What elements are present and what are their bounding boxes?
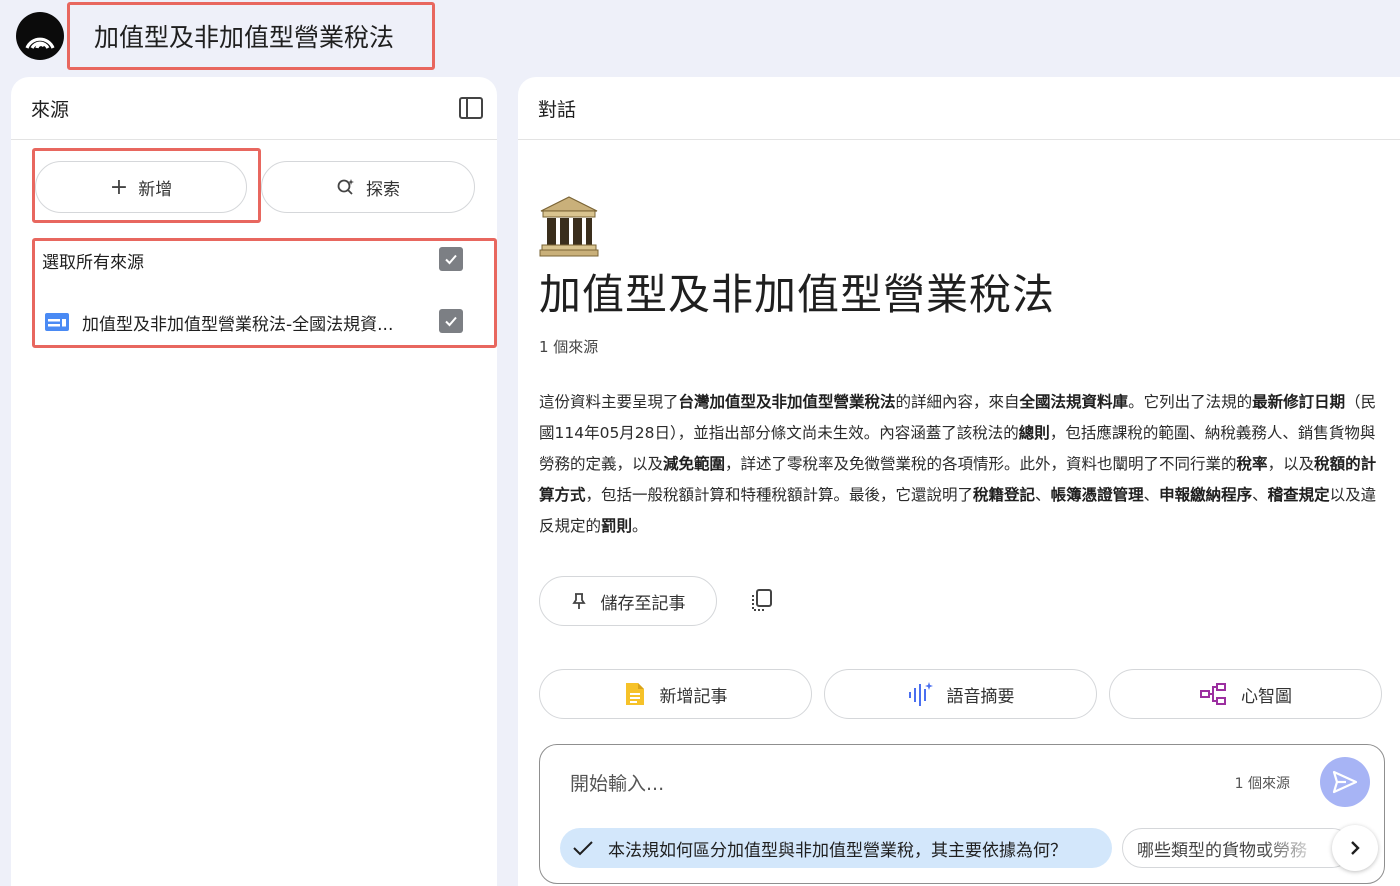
summary-bold-text: 台灣加值型及非加值型營業稅法 — [678, 393, 896, 411]
summary-bold-text: 申報繳納程序 — [1159, 486, 1253, 504]
suggested-question-label: 本法規如何區分加值型與非加值型營業稅，其主要依據為何？ — [608, 840, 1067, 861]
audio-overview-label: 語音摘要 — [946, 686, 1015, 707]
classical-building-icon — [539, 196, 599, 257]
summary-text: 的詳細內容，來自 — [895, 393, 1020, 411]
app-logo[interactable] — [16, 12, 64, 60]
sources-panel: 來源 + 新增 探索 選取所有來源 加值型及非加值型營業稅法-全國法規資... — [11, 77, 497, 886]
source-summary: 這份資料主要呈現了台灣加值型及非加值型營業稅法的詳細內容，來自全國法規資料庫。它… — [539, 387, 1379, 542]
explore-sources-button[interactable]: 探索 — [261, 161, 475, 213]
summary-bold-text: 稅率 — [1236, 455, 1268, 473]
audio-overview-button[interactable]: 語音摘要 — [824, 669, 1097, 719]
summary-bold-text: 帳簿憑證管理 — [1050, 486, 1144, 504]
copy-icon[interactable] — [750, 588, 774, 614]
checkmark-icon — [445, 254, 457, 265]
summary-text: 。它列出了法規的 — [1128, 393, 1253, 411]
save-to-note-label: 儲存至記事 — [600, 593, 686, 614]
chat-title: 對話 — [538, 98, 577, 121]
summary-text: ，詳述了零稅率及免徵營業稅的各項情形。此外，資料也闡明了不同行業的 — [725, 455, 1237, 473]
logo-icon — [25, 37, 55, 49]
checkmark-icon — [573, 841, 593, 856]
send-icon — [1332, 770, 1358, 794]
collapse-panel-icon[interactable] — [458, 95, 484, 121]
summary-text: ，以及 — [1267, 455, 1315, 473]
save-to-note-button[interactable]: 儲存至記事 — [539, 576, 717, 626]
chevron-right-icon — [1351, 841, 1360, 855]
input-source-count: 1 個來源 — [1234, 776, 1290, 792]
chat-input[interactable]: 開始輸入... — [570, 769, 664, 796]
sources-title: 來源 — [31, 98, 70, 121]
summary-text: 。 — [632, 517, 648, 535]
sources-header: 來源 — [11, 77, 497, 140]
chat-header: 對話 — [518, 77, 1400, 140]
chat-panel: 對話 加值型及非加值型營業稅法 1 個來源 這份資料主要呈現了台灣加值型及非加值… — [518, 77, 1400, 886]
web-document-icon — [45, 313, 69, 331]
summary-text: 這份資料主要呈現了 — [539, 393, 679, 411]
summary-text: 、 — [1252, 486, 1268, 504]
source-item-label: 加值型及非加值型營業稅法-全國法規資... — [82, 315, 394, 335]
note-icon — [625, 683, 644, 705]
pin-icon — [571, 593, 586, 609]
summary-bold-text: 稽查規定 — [1267, 486, 1330, 504]
summary-text: ，包括一般稅額計算和特種稅額計算。最後，它還說明了 — [585, 486, 974, 504]
next-suggestions-button[interactable] — [1332, 825, 1378, 871]
summary-text: 、 — [1035, 486, 1051, 504]
chat-source-count: 1 個來源 — [539, 338, 599, 356]
suggested-question-chip[interactable]: 本法規如何區分加值型與非加值型營業稅，其主要依據為何？ — [560, 828, 1112, 868]
summary-bold-text: 最新修訂日期 — [1252, 393, 1346, 411]
select-all-label: 選取所有來源 — [42, 253, 144, 273]
chat-notebook-title: 加值型及非加值型營業稅法 — [539, 270, 1056, 319]
add-note-label: 新增記事 — [659, 686, 728, 707]
mind-map-button[interactable]: 心智圖 — [1109, 669, 1382, 719]
summary-text: 、 — [1143, 486, 1160, 504]
add-highlight-box — [32, 148, 261, 223]
summary-bold-text: 減免範圍 — [663, 455, 726, 473]
suggested-question-chip[interactable]: 哪些類型的貨物或勞務 — [1122, 828, 1352, 868]
chat-input-box: 開始輸入... 1 個來源 本法規如何區分加值型與非加值型營業稅，其主要依據為何… — [539, 744, 1385, 884]
notebook-title[interactable]: 加值型及非加值型營業稅法 — [67, 2, 435, 70]
summary-bold-text: 總則 — [1018, 424, 1050, 442]
add-note-button[interactable]: 新增記事 — [539, 669, 812, 719]
summary-bold-text: 稅籍登記 — [973, 486, 1036, 504]
summary-bold-text: 罰則 — [601, 517, 633, 535]
mind-map-icon — [1200, 683, 1226, 705]
summary-bold-text: 全國法規資料庫 — [1019, 393, 1129, 411]
checkmark-icon — [445, 316, 457, 327]
send-button[interactable] — [1320, 757, 1370, 807]
notebook-title-text: 加值型及非加值型營業稅法 — [94, 23, 395, 52]
select-all-checkbox[interactable] — [439, 247, 463, 271]
source-item-checkbox[interactable] — [439, 309, 463, 333]
mind-map-label: 心智圖 — [1241, 686, 1292, 707]
audio-wave-icon — [908, 682, 933, 706]
search-sparkle-icon — [337, 179, 354, 195]
explore-sources-label: 探索 — [366, 179, 400, 200]
